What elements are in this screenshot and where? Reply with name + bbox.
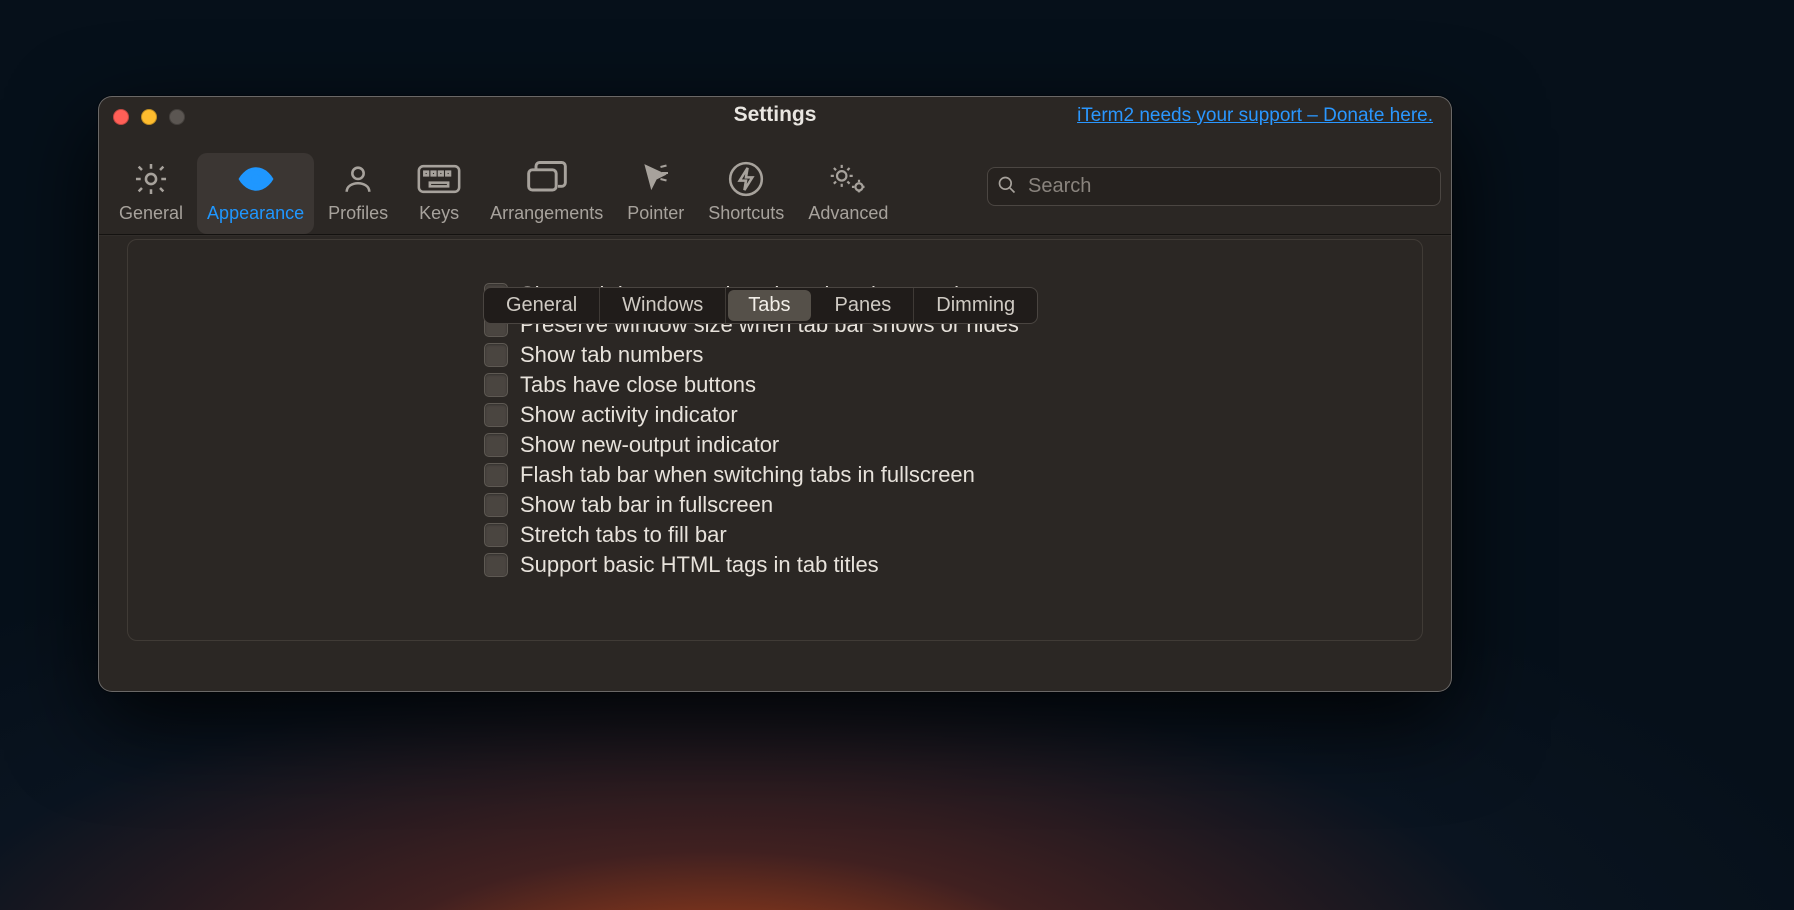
bolt-icon bbox=[724, 159, 768, 199]
checkbox-label: Show tab bar in fullscreen bbox=[520, 492, 773, 518]
minimize-window-button[interactable] bbox=[141, 109, 157, 125]
checkbox-row: Show tab bar in fullscreen bbox=[484, 492, 1394, 518]
appearance-subtab-segmented: GeneralWindowsTabsPanesDimming bbox=[483, 287, 1038, 324]
checkbox[interactable] bbox=[484, 373, 508, 397]
checkbox-label: Support basic HTML tags in tab titles bbox=[520, 552, 879, 578]
toolbar-item-arrangements[interactable]: Arrangements bbox=[480, 153, 613, 234]
checkbox-row: Support basic HTML tags in tab titles bbox=[484, 552, 1394, 578]
gears-icon bbox=[826, 159, 870, 199]
content-area: Show tab bar even when there is only one… bbox=[99, 235, 1451, 702]
toolbar-label: Advanced bbox=[808, 203, 888, 224]
donate-link[interactable]: iTerm2 needs your support – Donate here. bbox=[1077, 105, 1433, 127]
toolbar-item-shortcuts[interactable]: Shortcuts bbox=[698, 153, 794, 234]
segment-dimming[interactable]: Dimming bbox=[914, 288, 1037, 323]
checkbox-row: Show tab numbers bbox=[484, 342, 1394, 368]
segment-windows[interactable]: Windows bbox=[600, 288, 726, 323]
toolbar-label: Pointer bbox=[627, 203, 684, 224]
checkbox-label: Show activity indicator bbox=[520, 402, 738, 428]
checkbox-row: Show new-output indicator bbox=[484, 432, 1394, 458]
toolbar-item-keys[interactable]: Keys bbox=[402, 153, 476, 234]
close-window-button[interactable] bbox=[113, 109, 129, 125]
checkbox-row: Tabs have close buttons bbox=[484, 372, 1394, 398]
search-field-wrap bbox=[987, 167, 1441, 206]
checkbox[interactable] bbox=[484, 403, 508, 427]
settings-window: Settings iTerm2 needs your support – Don… bbox=[98, 96, 1452, 692]
checkbox[interactable] bbox=[484, 463, 508, 487]
toolbar-item-pointer[interactable]: Pointer bbox=[617, 153, 694, 234]
checkbox[interactable] bbox=[484, 523, 508, 547]
segment-general[interactable]: General bbox=[484, 288, 600, 323]
search-input[interactable] bbox=[987, 167, 1441, 206]
eye-icon bbox=[234, 159, 278, 199]
checkbox[interactable] bbox=[484, 553, 508, 577]
checkbox-row: Show activity indicator bbox=[484, 402, 1394, 428]
checkbox-label: Flash tab bar when switching tabs in ful… bbox=[520, 462, 975, 488]
toolbar-label: Appearance bbox=[207, 203, 304, 224]
toolbar-item-advanced[interactable]: Advanced bbox=[798, 153, 898, 234]
checkbox[interactable] bbox=[484, 433, 508, 457]
checkbox-label: Show tab numbers bbox=[520, 342, 703, 368]
windows-stack-icon bbox=[525, 159, 569, 199]
toolbar-label: General bbox=[119, 203, 183, 224]
segment-panes[interactable]: Panes bbox=[813, 288, 915, 323]
checkbox-label: Show new-output indicator bbox=[520, 432, 779, 458]
traffic-lights bbox=[113, 109, 185, 125]
toolbar-label: Profiles bbox=[328, 203, 388, 224]
toolbar-item-appearance[interactable]: Appearance bbox=[197, 153, 314, 234]
toolbar: General Appearance Profiles bbox=[99, 134, 1451, 235]
toolbar-label: Shortcuts bbox=[708, 203, 784, 224]
checkbox-row: Flash tab bar when switching tabs in ful… bbox=[484, 462, 1394, 488]
cursor-icon bbox=[634, 159, 678, 199]
checkbox-row: Stretch tabs to fill bar bbox=[484, 522, 1394, 548]
toolbar-item-general[interactable]: General bbox=[109, 153, 193, 234]
search-icon bbox=[997, 175, 1017, 200]
checkbox[interactable] bbox=[484, 493, 508, 517]
segment-tabs[interactable]: Tabs bbox=[728, 290, 810, 321]
person-icon bbox=[336, 159, 380, 199]
checkbox-label: Stretch tabs to fill bar bbox=[520, 522, 727, 548]
toolbar-label: Arrangements bbox=[490, 203, 603, 224]
toolbar-item-profiles[interactable]: Profiles bbox=[318, 153, 398, 234]
checkbox-label: Tabs have close buttons bbox=[520, 372, 756, 398]
toolbar-label: Keys bbox=[419, 203, 459, 224]
keyboard-icon bbox=[417, 159, 461, 199]
checkbox[interactable] bbox=[484, 343, 508, 367]
zoom-window-button[interactable] bbox=[169, 109, 185, 125]
gear-icon bbox=[129, 159, 173, 199]
titlebar: Settings iTerm2 needs your support – Don… bbox=[99, 97, 1451, 134]
